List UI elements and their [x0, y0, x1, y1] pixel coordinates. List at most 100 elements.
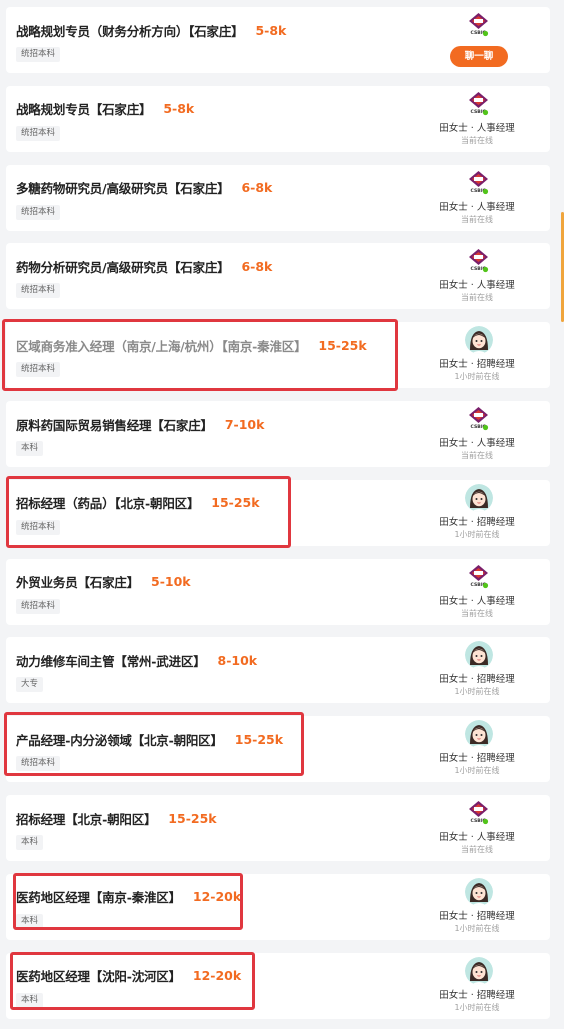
highlight-box — [10, 951, 255, 1010]
recruiter-avatar — [465, 641, 493, 670]
job-card[interactable]: 原料药国际贸易销售经理【石家庄】 7-10k 本科 CSBIO 田女士 · 人事… — [6, 401, 550, 467]
job-title-row: 原料药国际贸易销售经理【石家庄】 7-10k — [16, 415, 264, 433]
company-logo-icon: CSBIO — [469, 13, 489, 37]
recruiter-info: 田女士 · 招聘经理 1小时前在线 — [424, 716, 530, 782]
education-tag: 统招本科 — [16, 283, 61, 299]
company-logo: CSBIO — [468, 248, 489, 273]
job-title[interactable]: 外贸业务员【石家庄】 — [16, 572, 139, 591]
job-title-row: 战略规划专员（财务分析方向）【石家庄】 5-8k — [16, 21, 286, 39]
recruiter-name: 田女士 · 人事经理 — [439, 201, 515, 213]
recruiter-info: CSBIO 聊一聊 — [424, 7, 530, 73]
recruiter-avatar — [465, 483, 493, 512]
job-card[interactable]: 动力维修车间主管【常州-武进区】 8-10k 大专 田女士 · 招聘经理 1小时… — [6, 637, 550, 704]
online-dot-icon — [482, 582, 489, 588]
company-logo-icon: CSBIO — [469, 801, 489, 825]
job-title-row: 多糖药物研究员/高级研究员【石家庄】 6-8k — [16, 179, 272, 197]
chat-button[interactable]: 聊一聊 — [450, 46, 508, 67]
recruiter-status: 1小时前在线 — [454, 1002, 500, 1012]
recruiter-status: 1小时前在线 — [454, 529, 500, 539]
recruiter-name: 田女士 · 招聘经理 — [439, 674, 515, 686]
recruiter-status: 1小时前在线 — [454, 372, 500, 382]
education-tag: 大专 — [16, 677, 44, 693]
company-logo: CSBIO — [468, 91, 489, 116]
recruiter-avatar-icon — [465, 877, 493, 906]
job-salary: 5-8k — [163, 101, 195, 117]
recruiter-name: 田女士 · 人事经理 — [439, 122, 515, 134]
recruiter-info: 田女士 · 招聘经理 1小时前在线 — [424, 480, 530, 546]
education-tag: 本科 — [16, 441, 44, 456]
education-tag: 统招本科 — [16, 47, 61, 62]
company-logo-icon: CSBIO — [469, 564, 489, 588]
education-tag: 统招本科 — [16, 598, 61, 614]
recruiter-avatar-icon — [465, 720, 493, 749]
job-salary: 8-10k — [217, 652, 258, 668]
company-logo: CSBIO — [468, 564, 489, 589]
recruiter-info: CSBIO 田女士 · 人事经理 当前在线 — [424, 795, 530, 861]
job-card[interactable]: 外贸业务员【石家庄】 5-10k 统招本科 CSBIO 田女士 · 人事经理 当… — [6, 558, 550, 625]
job-title-row: 药物分析研究员/高级研究员【石家庄】 6-8k — [16, 257, 272, 275]
recruiter-info: CSBIO 田女士 · 人事经理 当前在线 — [424, 165, 530, 231]
job-salary: 15-25k — [168, 810, 217, 826]
recruiter-info: 田女士 · 招聘经理 1小时前在线 — [424, 953, 530, 1019]
recruiter-avatar — [465, 956, 493, 985]
recruiter-status: 当前在线 — [461, 214, 493, 224]
job-title-row: 动力维修车间主管【常州-武进区】 8-10k — [16, 651, 257, 669]
recruiter-name: 田女士 · 招聘经理 — [439, 516, 515, 528]
recruiter-status: 当前在线 — [461, 845, 493, 854]
recruiter-info: 田女士 · 招聘经理 1小时前在线 — [424, 637, 530, 703]
recruiter-name: 田女士 · 招聘经理 — [439, 989, 515, 1001]
online-dot-icon — [482, 109, 489, 115]
job-card[interactable]: 战略规划专员【石家庄】 5-8k 统招本科 CSBIO 田女士 · 人事经理 当… — [6, 85, 550, 152]
company-logo: CSBIO — [468, 170, 489, 195]
recruiter-avatar-icon — [465, 483, 493, 512]
job-title-row: 战略规划专员【石家庄】 5-8k — [16, 100, 194, 118]
recruiter-status: 当前在线 — [461, 293, 493, 303]
education-tag: 本科 — [16, 835, 44, 850]
job-salary: 7-10k — [224, 416, 265, 432]
company-logo-icon: CSBIO — [469, 170, 489, 194]
recruiter-info: CSBIO 田女士 · 人事经理 当前在线 — [424, 243, 530, 309]
highlight-box — [4, 712, 304, 777]
company-logo-icon: CSBIO — [469, 407, 489, 431]
company-logo: CSBIO — [468, 406, 489, 431]
job-title[interactable]: 动力维修车间主管【常州-武进区】 — [16, 651, 206, 670]
recruiter-name: 田女士 · 人事经理 — [439, 438, 515, 449]
recruiter-avatar — [465, 877, 493, 906]
education-tag: 统招本科 — [16, 204, 61, 220]
job-card[interactable]: 招标经理【北京-朝阳区】 15-25k 本科 CSBIO 田女士 · 人事经理 … — [6, 795, 550, 861]
job-title-row: 外贸业务员【石家庄】 5-10k — [16, 573, 191, 591]
company-logo-icon: CSBIO — [469, 91, 489, 115]
job-title[interactable]: 药物分析研究员/高级研究员【石家庄】 — [16, 257, 230, 276]
online-dot-icon — [482, 818, 489, 825]
job-title-row: 招标经理【北京-朝阳区】 15-25k — [16, 809, 217, 827]
online-dot-icon — [482, 30, 489, 37]
highlight-box — [6, 475, 291, 548]
highlight-box — [2, 319, 398, 392]
job-card[interactable]: 药物分析研究员/高级研究员【石家庄】 6-8k 统招本科 CSBIO 田女士 ·… — [6, 243, 550, 310]
job-title[interactable]: 原料药国际贸易销售经理【石家庄】 — [16, 415, 213, 434]
recruiter-status: 1小时前在线 — [454, 923, 500, 933]
job-salary: 5-10k — [151, 574, 191, 590]
recruiter-info: CSBIO 田女士 · 人事经理 当前在线 — [424, 86, 530, 152]
recruiter-avatar — [465, 720, 493, 749]
recruiter-status: 当前在线 — [461, 608, 493, 618]
job-title[interactable]: 招标经理【北京-朝阳区】 — [16, 809, 156, 828]
recruiter-info: 田女士 · 招聘经理 1小时前在线 — [424, 874, 530, 940]
recruiter-status: 1小时前在线 — [454, 766, 500, 776]
recruiter-status: 当前在线 — [461, 451, 493, 460]
recruiter-avatar-icon — [465, 326, 493, 355]
recruiter-info: CSBIO 田女士 · 人事经理 当前在线 — [424, 401, 530, 467]
recruiter-name: 田女士 · 招聘经理 — [439, 910, 515, 922]
recruiter-name: 田女士 · 人事经理 — [439, 832, 515, 843]
job-salary: 6-8k — [241, 258, 273, 274]
education-tag: 统招本科 — [16, 125, 61, 141]
company-logo: CSBIO — [468, 12, 489, 37]
job-title[interactable]: 多糖药物研究员/高级研究员【石家庄】 — [16, 178, 230, 197]
job-card[interactable]: 战略规划专员（财务分析方向）【石家庄】 5-8k 统招本科 CSBIO 聊一聊 — [6, 7, 550, 73]
recruiter-name: 田女士 · 人事经理 — [439, 280, 515, 292]
job-title[interactable]: 战略规划专员（财务分析方向）【石家庄】 — [16, 21, 244, 40]
job-card[interactable]: 多糖药物研究员/高级研究员【石家庄】 6-8k 统招本科 CSBIO 田女士 ·… — [6, 164, 550, 231]
recruiter-avatar — [465, 326, 493, 355]
job-salary: 6-8k — [241, 180, 273, 196]
job-title[interactable]: 战略规划专员【石家庄】 — [16, 99, 152, 118]
